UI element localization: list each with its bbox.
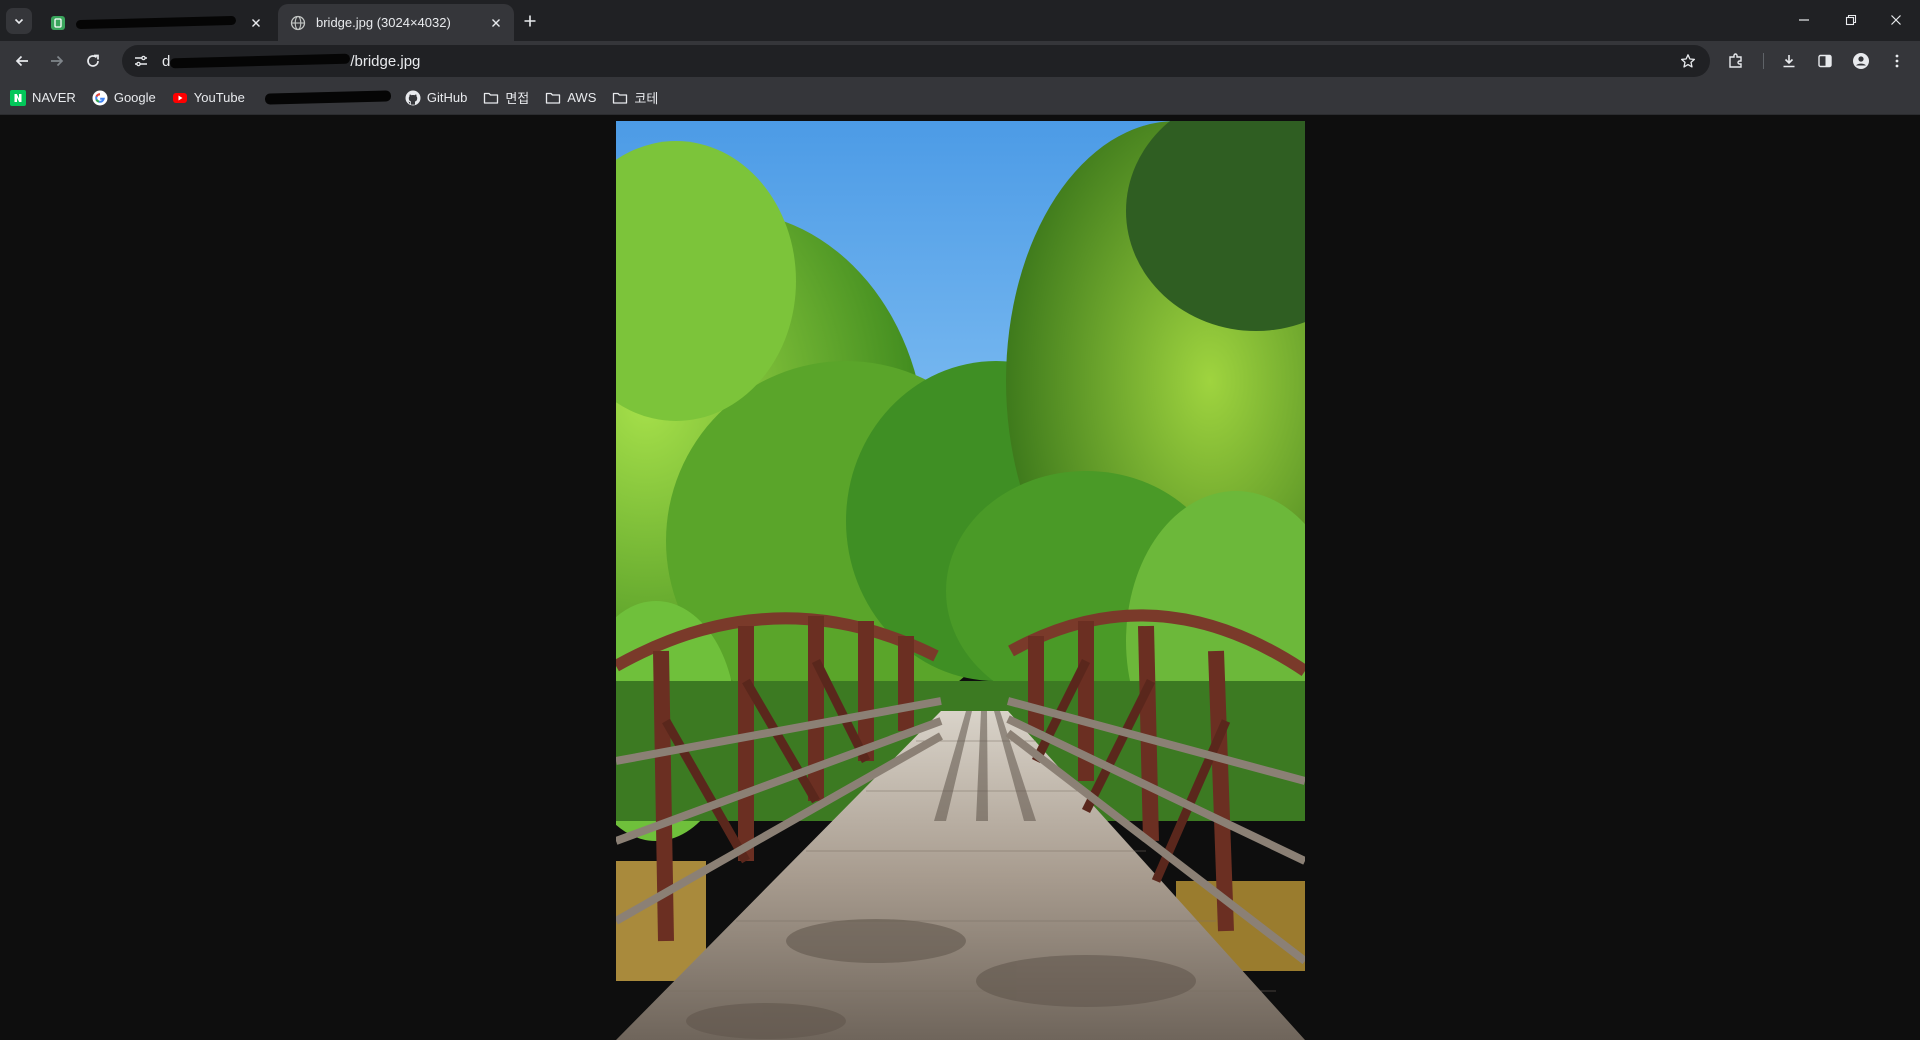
close-window-button[interactable] <box>1884 8 1908 32</box>
chevron-down-icon <box>14 18 24 25</box>
redaction-mark <box>264 90 391 105</box>
bookmark-label: GitHub <box>426 90 468 105</box>
bookmark-google[interactable]: Google <box>92 90 156 106</box>
bookmark-folder-aws[interactable]: AWS <box>545 90 596 106</box>
tab-strip: bridge.jpg (3024×4032) <box>0 0 1920 41</box>
image-viewer <box>0 121 1920 1040</box>
plus-icon <box>524 15 536 27</box>
url-text[interactable]: d /bridge.jpg <box>162 53 420 70</box>
minimize-button[interactable] <box>1792 8 1816 32</box>
browser-chrome: bridge.jpg (3024×4032) d /bridge.jpg NAV… <box>0 0 1920 115</box>
folder-icon <box>545 90 561 106</box>
bookmark-youtube[interactable]: YouTube <box>172 90 245 106</box>
new-tab-button[interactable] <box>520 11 540 31</box>
close-icon <box>1891 15 1901 25</box>
tab-title <box>76 15 248 30</box>
close-tab-icon[interactable] <box>488 15 504 31</box>
bookmark-github[interactable]: GitHub <box>405 90 467 106</box>
bookmark-label: 면접 <box>505 91 530 106</box>
restore-icon <box>1845 14 1857 26</box>
address-bar[interactable]: d /bridge.jpg <box>122 45 1710 77</box>
profile-button[interactable] <box>1848 48 1874 74</box>
arrow-right-icon <box>51 55 64 67</box>
reload-button[interactable] <box>80 48 106 74</box>
bookmark-label: AWS <box>567 90 597 105</box>
site-info-button[interactable] <box>128 48 154 74</box>
minimize-icon <box>1799 19 1809 21</box>
bookmark-label: YouTube <box>193 90 245 105</box>
account-icon <box>1853 53 1869 69</box>
star-icon <box>1680 54 1696 68</box>
forward-button[interactable] <box>44 48 70 74</box>
menu-button[interactable] <box>1884 48 1910 74</box>
downloads-button[interactable] <box>1776 48 1802 74</box>
tune-icon <box>135 55 147 67</box>
redaction-mark <box>76 15 237 30</box>
green-app-icon <box>51 15 65 30</box>
extensions-button[interactable] <box>1723 48 1749 74</box>
bridge-photo[interactable] <box>616 121 1305 1040</box>
bookmark-folder-interview[interactable]: 면접 <box>483 88 529 107</box>
toolbar-separator <box>1763 53 1764 69</box>
url-path: /bridge.jpg <box>350 52 421 70</box>
bookmark-naver[interactable]: NAVER <box>10 89 76 106</box>
kebab-menu-icon <box>1895 54 1899 68</box>
bookmark-star-button[interactable] <box>1676 49 1700 73</box>
puzzle-icon <box>1729 53 1742 68</box>
folder-icon <box>612 90 628 106</box>
bookmark-label: Google <box>113 90 156 105</box>
side-panel-button[interactable] <box>1812 48 1838 74</box>
back-button[interactable] <box>9 48 35 74</box>
side-panel-icon <box>1818 54 1832 68</box>
tab-redacted[interactable] <box>38 4 274 41</box>
youtube-icon <box>172 90 188 106</box>
folder-icon <box>483 90 499 106</box>
bookmarks-bar: NAVER Google YouTube GitHub 면접 AWS 코테 <box>0 81 1920 115</box>
download-icon <box>1783 55 1795 68</box>
reload-icon <box>87 54 99 67</box>
arrow-left-icon <box>15 55 28 67</box>
google-icon <box>92 90 108 106</box>
redaction-mark <box>170 53 351 69</box>
bookmark-folder-codingtest[interactable]: 코테 <box>612 88 658 107</box>
github-icon <box>405 90 421 106</box>
bookmark-label: NAVER <box>32 90 76 105</box>
url-visible: d <box>162 52 171 70</box>
tab-title: bridge.jpg (3024×4032) <box>316 15 451 30</box>
tab-bridge-image[interactable]: bridge.jpg (3024×4032) <box>278 4 514 41</box>
globe-icon <box>290 15 306 30</box>
tab-search-button[interactable] <box>6 8 32 34</box>
bookmark-redacted[interactable] <box>264 90 391 105</box>
restore-button[interactable] <box>1839 8 1863 32</box>
toolbar: d /bridge.jpg <box>0 41 1920 81</box>
bookmark-label: 코테 <box>634 91 659 106</box>
close-tab-icon[interactable] <box>248 15 264 31</box>
bridge-photo-drawing <box>616 121 1305 1040</box>
naver-icon <box>10 89 26 106</box>
